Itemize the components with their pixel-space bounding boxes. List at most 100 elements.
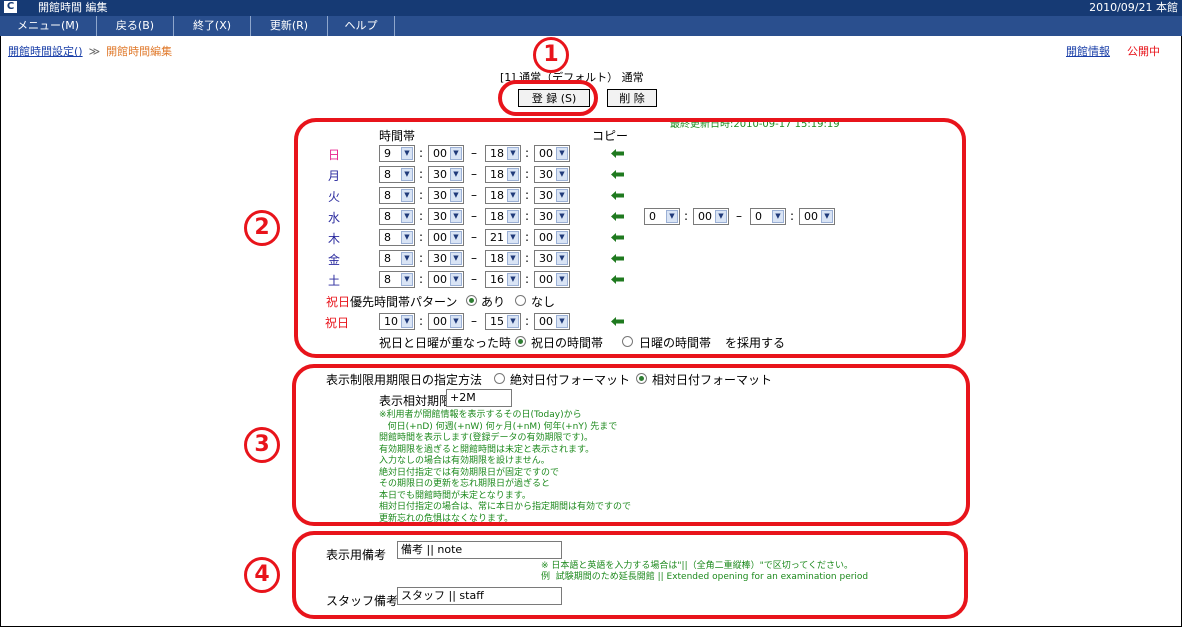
chevron-down-icon: ▼ xyxy=(450,231,462,244)
day-1-end-minute-select[interactable]: 30 ▼ xyxy=(534,166,570,183)
day-6-start-hour-select-value: 8 xyxy=(384,273,391,286)
day-3-start-hour-select[interactable]: 8 ▼ xyxy=(379,208,415,225)
copy-arrow-icon[interactable] xyxy=(611,233,624,242)
chevron-down-icon: ▼ xyxy=(556,231,568,244)
day-label: 土 xyxy=(328,274,341,288)
overlap-holiday-label: 祝日の時間帯 xyxy=(531,336,604,350)
chevron-down-icon: ▼ xyxy=(556,189,568,202)
menu-item-exit[interactable]: 終了(X) xyxy=(174,16,251,36)
staff-remark-label: スタッフ備考 xyxy=(326,594,399,608)
overlap-sunday-radio[interactable] xyxy=(622,336,633,347)
day-1-start-hour-select[interactable]: 8 ▼ xyxy=(379,166,415,183)
day-5-end-minute-select[interactable]: 30 ▼ xyxy=(534,250,570,267)
day-5-end-hour-select[interactable]: 18 ▼ xyxy=(485,250,521,267)
date-location: 2010/09/21 本館 xyxy=(1089,1,1178,14)
copy-arrow-icon[interactable] xyxy=(611,149,624,158)
day-4-end-minute-select[interactable]: 00 ▼ xyxy=(534,229,570,246)
menu-item-help[interactable]: ヘルプ xyxy=(328,16,395,36)
limit-absolute-radio[interactable] xyxy=(494,373,505,384)
day-0-start-minute-select[interactable]: 00 ▼ xyxy=(428,145,464,162)
holiday-day-label: 祝日 xyxy=(325,316,350,330)
limit-method-label: 表示制限用期限日の指定方法 xyxy=(326,373,483,387)
holiday-end-minute-select[interactable]: 00 ▼ xyxy=(534,313,570,330)
day-label: 月 xyxy=(328,169,341,183)
day-3-end-hour-select[interactable]: 18 ▼ xyxy=(485,208,521,225)
copy-arrow-icon[interactable] xyxy=(611,170,624,179)
overlap-holiday-radio[interactable] xyxy=(515,336,526,347)
menu-item-menu[interactable]: メニュー(M) xyxy=(0,16,97,36)
relative-limit-input[interactable]: +2M xyxy=(446,389,512,407)
holiday-start-hour-select[interactable]: 10 ▼ xyxy=(379,313,415,330)
day-6-start-minute-select[interactable]: 00 ▼ xyxy=(428,271,464,288)
day-5-start-minute-select[interactable]: 30 ▼ xyxy=(428,250,464,267)
display-remark-label: 表示用備考 xyxy=(326,548,387,562)
info-link[interactable]: 開館情報 xyxy=(1066,43,1110,59)
day-0-start-hour-select-value: 9 xyxy=(384,147,391,160)
chevron-down-icon: ▼ xyxy=(401,147,413,160)
day-4-start-minute-select[interactable]: 00 ▼ xyxy=(428,229,464,246)
holiday-pattern-no-label: なし xyxy=(531,295,556,309)
day-5-start-hour-select[interactable]: 8 ▼ xyxy=(379,250,415,267)
day-5-colon-1: : xyxy=(419,251,424,265)
copy-arrow-icon[interactable] xyxy=(611,212,624,221)
menu-item-refresh[interactable]: 更新(R) xyxy=(251,16,328,36)
day-1-start-minute-select[interactable]: 30 ▼ xyxy=(428,166,464,183)
day-2-end-hour-select[interactable]: 18 ▼ xyxy=(485,187,521,204)
day-label: 金 xyxy=(328,253,341,267)
limit-help-note: ※利用者が開館情報を表示するその日(Today)から 何日(+nD) 何週(+n… xyxy=(379,410,632,524)
chevron-down-icon: ▼ xyxy=(450,189,462,202)
day-3-end-minute-select[interactable]: 30 ▼ xyxy=(534,208,570,225)
day-2-end-minute-select[interactable]: 30 ▼ xyxy=(534,187,570,204)
breadcrumb-parent-link[interactable]: 開館時間設定() xyxy=(8,45,83,58)
holiday-end-hour-select[interactable]: 15 ▼ xyxy=(485,313,521,330)
title-bar: C 開館時間 編集 2010/09/21 本館 xyxy=(0,0,1182,16)
delete-button[interactable]: 削 除 xyxy=(607,89,657,107)
app-logo-icon: C xyxy=(4,1,17,13)
day-1-end-hour-select[interactable]: 18 ▼ xyxy=(485,166,521,183)
menu-item-back[interactable]: 戻る(B) xyxy=(97,16,174,36)
limit-relative-radio[interactable] xyxy=(636,373,647,384)
day-4-start-hour-select[interactable]: 8 ▼ xyxy=(379,229,415,246)
holiday-pattern-yes-radio[interactable] xyxy=(466,295,477,306)
chevron-down-icon: ▼ xyxy=(507,210,519,223)
day-2-start-hour-select[interactable]: 8 ▼ xyxy=(379,187,415,204)
day-5-end-hour-select-value: 18 xyxy=(490,252,504,265)
chevron-down-icon: ▼ xyxy=(401,252,413,265)
chevron-down-icon: ▼ xyxy=(401,231,413,244)
chevron-down-icon: ▼ xyxy=(507,273,519,286)
day-4-end-minute-select-value: 00 xyxy=(539,231,553,244)
display-remark-input[interactable]: 備考 || note xyxy=(397,541,562,559)
day-0-end-minute-select[interactable]: 00 ▼ xyxy=(534,145,570,162)
chevron-down-icon: ▼ xyxy=(507,168,519,181)
day-6-start-hour-select[interactable]: 8 ▼ xyxy=(379,271,415,288)
holiday-start-minute-select[interactable]: 00 ▼ xyxy=(428,313,464,330)
day-6-end-hour-select-value: 16 xyxy=(490,273,504,286)
day-4-end-hour-select[interactable]: 21 ▼ xyxy=(485,229,521,246)
staff-remark-input[interactable]: スタッフ || staff xyxy=(397,587,562,605)
day-6-end-hour-select[interactable]: 16 ▼ xyxy=(485,271,521,288)
day-6-end-minute-select[interactable]: 00 ▼ xyxy=(534,271,570,288)
copy-arrow-icon[interactable] xyxy=(611,191,624,200)
extra-start-minute-select[interactable]: 00 ▼ xyxy=(693,208,729,225)
day-3-range-dash: – xyxy=(471,209,477,223)
annotation-box-1 xyxy=(498,80,598,116)
extra-end-hour-select[interactable]: 0 ▼ xyxy=(750,208,786,225)
day-0-start-hour-select[interactable]: 9 ▼ xyxy=(379,145,415,162)
day-2-start-minute-select[interactable]: 30 ▼ xyxy=(428,187,464,204)
copy-arrow-icon[interactable] xyxy=(611,317,624,326)
holiday-pattern-no-radio[interactable] xyxy=(515,295,526,306)
day-3-start-minute-select[interactable]: 30 ▼ xyxy=(428,208,464,225)
day-0-end-hour-select[interactable]: 18 ▼ xyxy=(485,145,521,162)
copy-arrow-icon[interactable] xyxy=(611,275,624,284)
holiday-colon-1: : xyxy=(419,314,424,328)
extra-end-minute-select[interactable]: 00 ▼ xyxy=(799,208,835,225)
copy-arrow-icon[interactable] xyxy=(611,254,624,263)
chevron-down-icon: ▼ xyxy=(715,210,727,223)
day-4-end-hour-select-value: 21 xyxy=(490,231,504,244)
day-4-range-dash: – xyxy=(471,230,477,244)
extra-range-dash: – xyxy=(736,209,742,223)
extra-start-hour-select[interactable]: 0 ▼ xyxy=(644,208,680,225)
day-0-range-dash: – xyxy=(471,146,477,160)
extra-colon-2: : xyxy=(790,209,795,223)
extra-end-minute-select-value: 00 xyxy=(804,210,818,223)
